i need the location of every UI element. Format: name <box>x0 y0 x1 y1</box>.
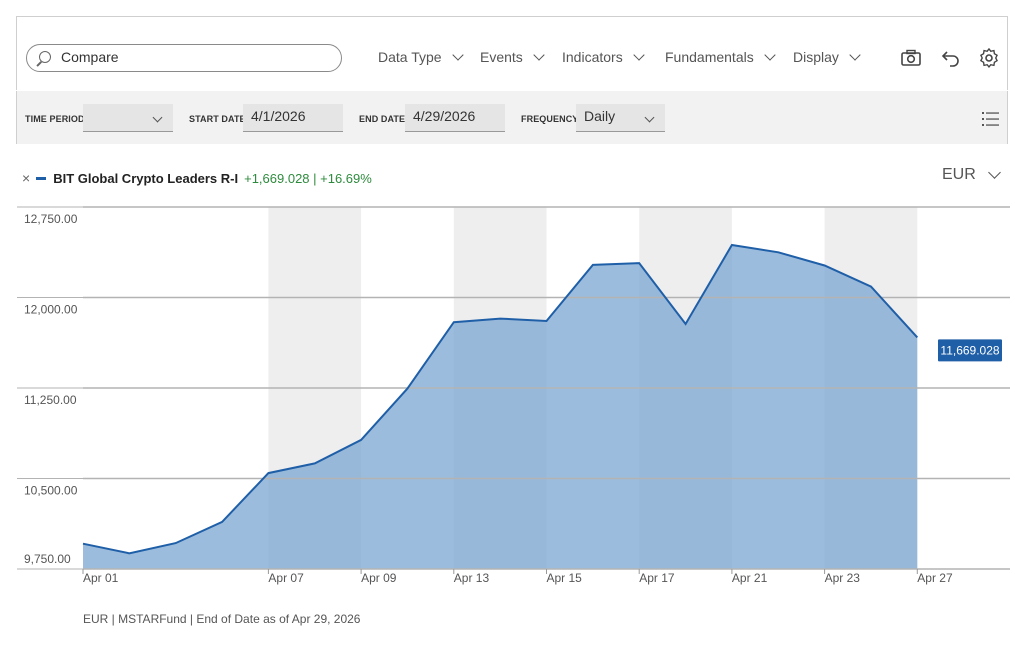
camera-icon[interactable] <box>900 47 922 69</box>
frequency-select[interactable]: Daily <box>576 104 665 132</box>
end-date-label: END DATE <box>359 114 406 124</box>
filter-bar: TIME PERIOD START DATE 4/1/2026 END DATE… <box>16 91 1008 144</box>
chevron-down-icon <box>633 48 645 61</box>
search-icon <box>39 51 51 63</box>
menu-events[interactable]: Events <box>480 48 545 65</box>
chart-footer: EUR | MSTARFund | End of Date as of Apr … <box>83 612 361 626</box>
x-tick-label: Apr 09 <box>361 571 397 585</box>
y-tick-label: 12,000.00 <box>24 303 78 317</box>
chevron-down-icon <box>987 166 1001 179</box>
chevron-down-icon <box>764 48 776 61</box>
menu-label: Fundamentals <box>665 49 754 65</box>
chevron-down-icon <box>849 48 861 61</box>
menu-label: Events <box>480 49 523 65</box>
time-period-label: TIME PERIOD <box>25 114 85 124</box>
list-icon[interactable] <box>981 109 1001 129</box>
y-tick-label: 9,750.00 <box>24 552 71 566</box>
frequency-value: Daily <box>584 108 616 124</box>
chevron-down-icon <box>451 48 464 61</box>
menu-label: Display <box>793 49 839 65</box>
y-tick-label: 12,750.00 <box>24 212 78 226</box>
chevron-down-icon <box>644 112 655 123</box>
x-tick-label: Apr 07 <box>268 571 304 585</box>
menu-indicators[interactable]: Indicators <box>562 48 645 65</box>
frequency-label: FREQUENCY <box>521 114 579 124</box>
menu-data-type[interactable]: Data Type <box>378 48 464 65</box>
currency-select[interactable]: EUR <box>942 166 1001 184</box>
menu-fundamentals[interactable]: Fundamentals <box>665 48 776 65</box>
series-legend: × BIT Global Crypto Leaders R-I +1,669.0… <box>22 170 372 186</box>
series-swatch <box>36 176 47 180</box>
x-tick-label: Apr 21 <box>732 571 768 585</box>
end-date-input[interactable]: 4/29/2026 <box>405 104 505 132</box>
menu-label: Indicators <box>562 49 623 65</box>
y-tick-label: 11,250.00 <box>24 393 77 407</box>
currency-value: EUR <box>942 166 976 183</box>
x-tick-label: Apr 15 <box>547 571 583 585</box>
x-tick-label: Apr 17 <box>639 571 675 585</box>
chevron-down-icon <box>533 48 545 61</box>
x-tick-label: Apr 23 <box>825 571 861 585</box>
remove-series-button[interactable]: × <box>22 170 30 186</box>
compare-search[interactable] <box>26 44 342 72</box>
price-chart: 12,750.00 12,000.00 11,250.00 10,500.00 9,75… <box>17 206 1010 585</box>
chevron-down-icon <box>152 112 163 123</box>
x-tick-label: Apr 13 <box>454 571 490 585</box>
start-date-label: START DATE <box>189 114 246 124</box>
end-date-value: 4/29/2026 <box>413 108 476 124</box>
gear-icon[interactable] <box>978 47 1000 69</box>
y-tick-label: 10,500.00 <box>24 484 78 498</box>
chart-toolbar: Data Type Events Indicators Fundamentals… <box>16 16 1008 90</box>
last-value-label: 11,669.028 <box>940 343 999 357</box>
x-tick-label: Apr 01 <box>83 571 119 585</box>
search-input[interactable] <box>59 48 323 66</box>
menu-display[interactable]: Display <box>793 48 861 65</box>
undo-icon[interactable] <box>940 47 962 69</box>
series-name: BIT Global Crypto Leaders R-I <box>53 170 239 186</box>
start-date-input[interactable]: 4/1/2026 <box>243 104 343 132</box>
x-tick-label: Apr 27 <box>917 571 953 585</box>
menu-label: Data Type <box>378 49 442 65</box>
start-date-value: 4/1/2026 <box>251 108 306 124</box>
time-period-select[interactable] <box>83 104 173 132</box>
series-change: +1,669.028 | +16.69% <box>244 170 372 186</box>
